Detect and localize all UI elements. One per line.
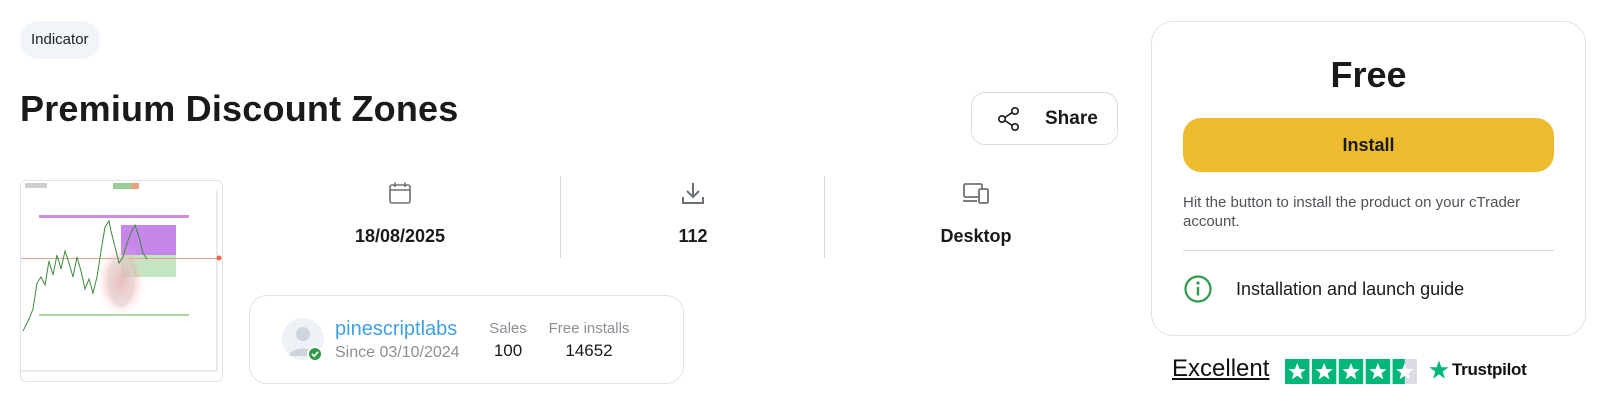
chart-preview-image — [21, 181, 222, 381]
author-card: pinescriptlabs Since 03/10/2024 Sales 10… — [249, 295, 684, 384]
page-title: Premium Discount Zones — [20, 88, 459, 129]
release-date-value: 18/08/2025 — [354, 226, 446, 246]
info-icon — [1184, 275, 1212, 303]
price: Free — [1330, 54, 1407, 95]
rating-stars-icon — [1285, 359, 1417, 384]
trustpilot-star-icon — [1429, 360, 1449, 379]
trustpilot-logo[interactable]: Trustpilot — [1428, 357, 1527, 383]
share-icon — [997, 106, 1020, 131]
platform-value: Desktop — [940, 226, 1012, 246]
free-installs-stat: Free installs 14652 — [544, 320, 634, 361]
install-hint: Hit the button to install the product on… — [1183, 194, 1521, 230]
author-since: Since 03/10/2024 — [335, 344, 460, 361]
downloads-value: 112 — [678, 226, 708, 246]
purchase-panel: Free Install Hit the button to install t… — [1151, 21, 1586, 336]
panel-divider — [1183, 250, 1554, 251]
category-tag: Indicator — [20, 21, 100, 59]
free-installs-label: Free installs — [548, 320, 630, 337]
stat-platform: Desktop — [843, 176, 1109, 260]
stat-downloads: 112 — [560, 176, 826, 260]
share-button[interactable]: Share — [971, 92, 1118, 145]
installation-guide-label: Installation and launch guide — [1236, 279, 1465, 299]
download-icon — [682, 183, 704, 204]
product-thumbnail[interactable] — [20, 180, 223, 382]
devices-icon — [963, 183, 989, 204]
verified-badge-icon — [307, 346, 323, 362]
calendar-icon — [389, 182, 411, 204]
sales-value: 100 — [493, 341, 523, 360]
installation-guide-link[interactable]: Installation and launch guide — [1183, 272, 1554, 306]
stat-divider — [824, 176, 825, 258]
stat-release-date: 18/08/2025 — [267, 176, 533, 260]
trustpilot-brand-text: Trustpilot — [1452, 360, 1527, 379]
sales-label: Sales — [489, 320, 527, 337]
author-name-link[interactable]: pinescriptlabs — [335, 318, 457, 341]
sales-stat: Sales 100 — [485, 320, 531, 361]
share-label: Share — [1045, 108, 1098, 129]
rating-label-link[interactable]: Excellent — [1172, 355, 1269, 383]
free-installs-value: 14652 — [565, 341, 613, 360]
trustpilot-rating: Excellent Trustpilot — [1172, 355, 1532, 385]
install-button[interactable]: Install — [1183, 118, 1554, 172]
